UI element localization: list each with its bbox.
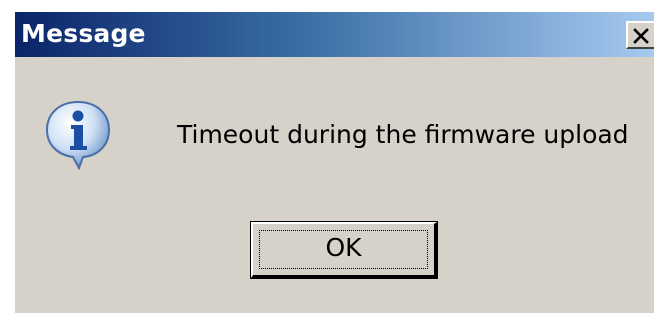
message-text: Timeout during the firmware upload <box>177 120 629 149</box>
close-icon <box>633 28 649 44</box>
ok-button-label: OK <box>325 233 362 262</box>
title-bar[interactable]: Message <box>15 12 654 57</box>
message-dialog: Message Timeout during the firmware uplo… <box>13 12 654 313</box>
info-icon <box>45 100 111 170</box>
close-button[interactable] <box>626 21 654 49</box>
window-title: Message <box>21 19 146 48</box>
ok-button[interactable]: OK <box>251 222 437 278</box>
